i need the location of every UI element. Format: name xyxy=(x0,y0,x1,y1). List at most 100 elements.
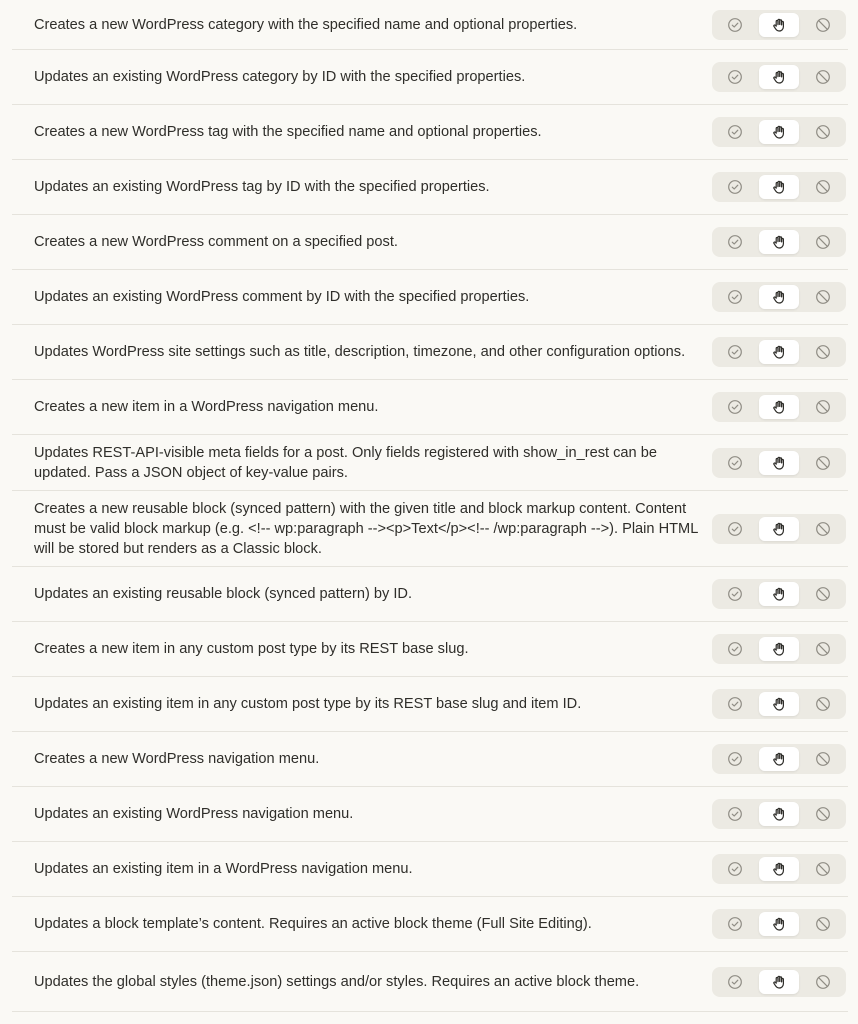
permission-allow-button[interactable] xyxy=(715,285,755,309)
permission-deny-button[interactable] xyxy=(803,340,843,364)
check-circle-icon xyxy=(727,234,743,250)
check-circle-icon xyxy=(727,521,743,537)
hand-icon xyxy=(771,234,787,250)
check-circle-icon xyxy=(727,974,743,990)
permission-selector xyxy=(712,392,846,422)
permission-ask-button[interactable] xyxy=(759,175,799,199)
permission-ask-button[interactable] xyxy=(759,230,799,254)
permission-ask-button[interactable] xyxy=(759,120,799,144)
block-icon xyxy=(815,234,831,250)
block-icon xyxy=(815,641,831,657)
permission-deny-button[interactable] xyxy=(803,65,843,89)
permission-allow-button[interactable] xyxy=(715,912,755,936)
permission-allow-button[interactable] xyxy=(715,340,755,364)
tool-description: Creates a new WordPress tag with the spe… xyxy=(34,124,542,140)
check-circle-icon xyxy=(727,641,743,657)
permission-deny-button[interactable] xyxy=(803,175,843,199)
block-icon xyxy=(815,916,831,932)
permission-ask-button[interactable] xyxy=(759,637,799,661)
permission-selector xyxy=(712,447,846,478)
hand-icon xyxy=(771,17,787,33)
hand-icon xyxy=(771,916,787,932)
tool-row: Creates a new item in any custom post ty… xyxy=(12,622,848,677)
permission-deny-button[interactable] xyxy=(803,692,843,716)
permission-deny-button[interactable] xyxy=(803,13,843,37)
block-icon xyxy=(815,344,831,360)
permission-selector xyxy=(712,579,846,609)
block-icon xyxy=(815,586,831,602)
permission-deny-button[interactable] xyxy=(803,451,843,475)
permission-deny-button[interactable] xyxy=(803,637,843,661)
hand-icon xyxy=(771,974,787,990)
permission-deny-button[interactable] xyxy=(803,395,843,419)
permission-deny-button[interactable] xyxy=(803,747,843,771)
hand-icon xyxy=(771,861,787,877)
permission-allow-button[interactable] xyxy=(715,175,755,199)
tool-description: Creates a new WordPress comment on a spe… xyxy=(34,234,398,250)
permission-allow-button[interactable] xyxy=(715,970,755,994)
tool-row: Updates an existing item in a WordPress … xyxy=(12,842,848,897)
block-icon xyxy=(815,289,831,305)
permission-ask-button[interactable] xyxy=(759,912,799,936)
permission-allow-button[interactable] xyxy=(715,857,755,881)
permission-deny-button[interactable] xyxy=(803,857,843,881)
check-circle-icon xyxy=(727,124,743,140)
block-icon xyxy=(815,806,831,822)
permission-allow-button[interactable] xyxy=(715,120,755,144)
permission-ask-button[interactable] xyxy=(759,65,799,89)
permission-allow-button[interactable] xyxy=(715,65,755,89)
permission-allow-button[interactable] xyxy=(715,802,755,826)
permission-ask-button[interactable] xyxy=(759,802,799,826)
check-circle-icon xyxy=(727,289,743,305)
permission-allow-button[interactable] xyxy=(715,451,755,475)
permission-deny-button[interactable] xyxy=(803,802,843,826)
tool-row: Creates a new WordPress tag with the spe… xyxy=(12,105,848,160)
tool-description: Updates an existing WordPress category b… xyxy=(34,69,526,85)
permission-deny-button[interactable] xyxy=(803,285,843,309)
permission-selector xyxy=(712,117,846,147)
permission-ask-button[interactable] xyxy=(759,395,799,419)
permission-selector xyxy=(712,854,846,884)
hand-icon xyxy=(771,289,787,305)
permission-allow-button[interactable] xyxy=(715,517,755,541)
permission-deny-button[interactable] xyxy=(803,517,843,541)
permission-selector xyxy=(712,966,846,997)
permission-deny-button[interactable] xyxy=(803,912,843,936)
permission-ask-button[interactable] xyxy=(759,516,799,541)
check-circle-icon xyxy=(727,344,743,360)
permission-ask-button[interactable] xyxy=(759,285,799,309)
permission-selector xyxy=(712,799,846,829)
permission-allow-button[interactable] xyxy=(715,692,755,716)
tool-row: Updates an existing reusable block (sync… xyxy=(12,567,848,622)
block-icon xyxy=(815,124,831,140)
permission-ask-button[interactable] xyxy=(759,450,799,475)
permission-selector xyxy=(712,227,846,257)
permission-allow-button[interactable] xyxy=(715,230,755,254)
block-icon xyxy=(815,69,831,85)
permission-allow-button[interactable] xyxy=(715,582,755,606)
check-circle-icon xyxy=(727,69,743,85)
permission-selector xyxy=(712,172,846,202)
block-icon xyxy=(815,751,831,767)
permission-deny-button[interactable] xyxy=(803,120,843,144)
permission-deny-button[interactable] xyxy=(803,582,843,606)
tool-row: Creates a new WordPress category with th… xyxy=(12,0,848,50)
tool-description: Updates an existing item in a WordPress … xyxy=(34,861,413,877)
permission-ask-button[interactable] xyxy=(759,969,799,994)
permission-allow-button[interactable] xyxy=(715,747,755,771)
hand-icon xyxy=(771,399,787,415)
permission-ask-button[interactable] xyxy=(759,12,799,37)
permission-ask-button[interactable] xyxy=(759,582,799,606)
permission-ask-button[interactable] xyxy=(759,857,799,881)
permission-allow-button[interactable] xyxy=(715,13,755,37)
permission-ask-button[interactable] xyxy=(759,340,799,364)
permission-ask-button[interactable] xyxy=(759,747,799,771)
tool-description: Creates a new reusable block (synced pat… xyxy=(34,500,698,557)
permission-allow-button[interactable] xyxy=(715,395,755,419)
tool-description: Creates a new item in any custom post ty… xyxy=(34,641,469,657)
permission-ask-button[interactable] xyxy=(759,692,799,716)
permission-allow-button[interactable] xyxy=(715,637,755,661)
block-icon xyxy=(815,861,831,877)
permission-deny-button[interactable] xyxy=(803,230,843,254)
permission-deny-button[interactable] xyxy=(803,970,843,994)
